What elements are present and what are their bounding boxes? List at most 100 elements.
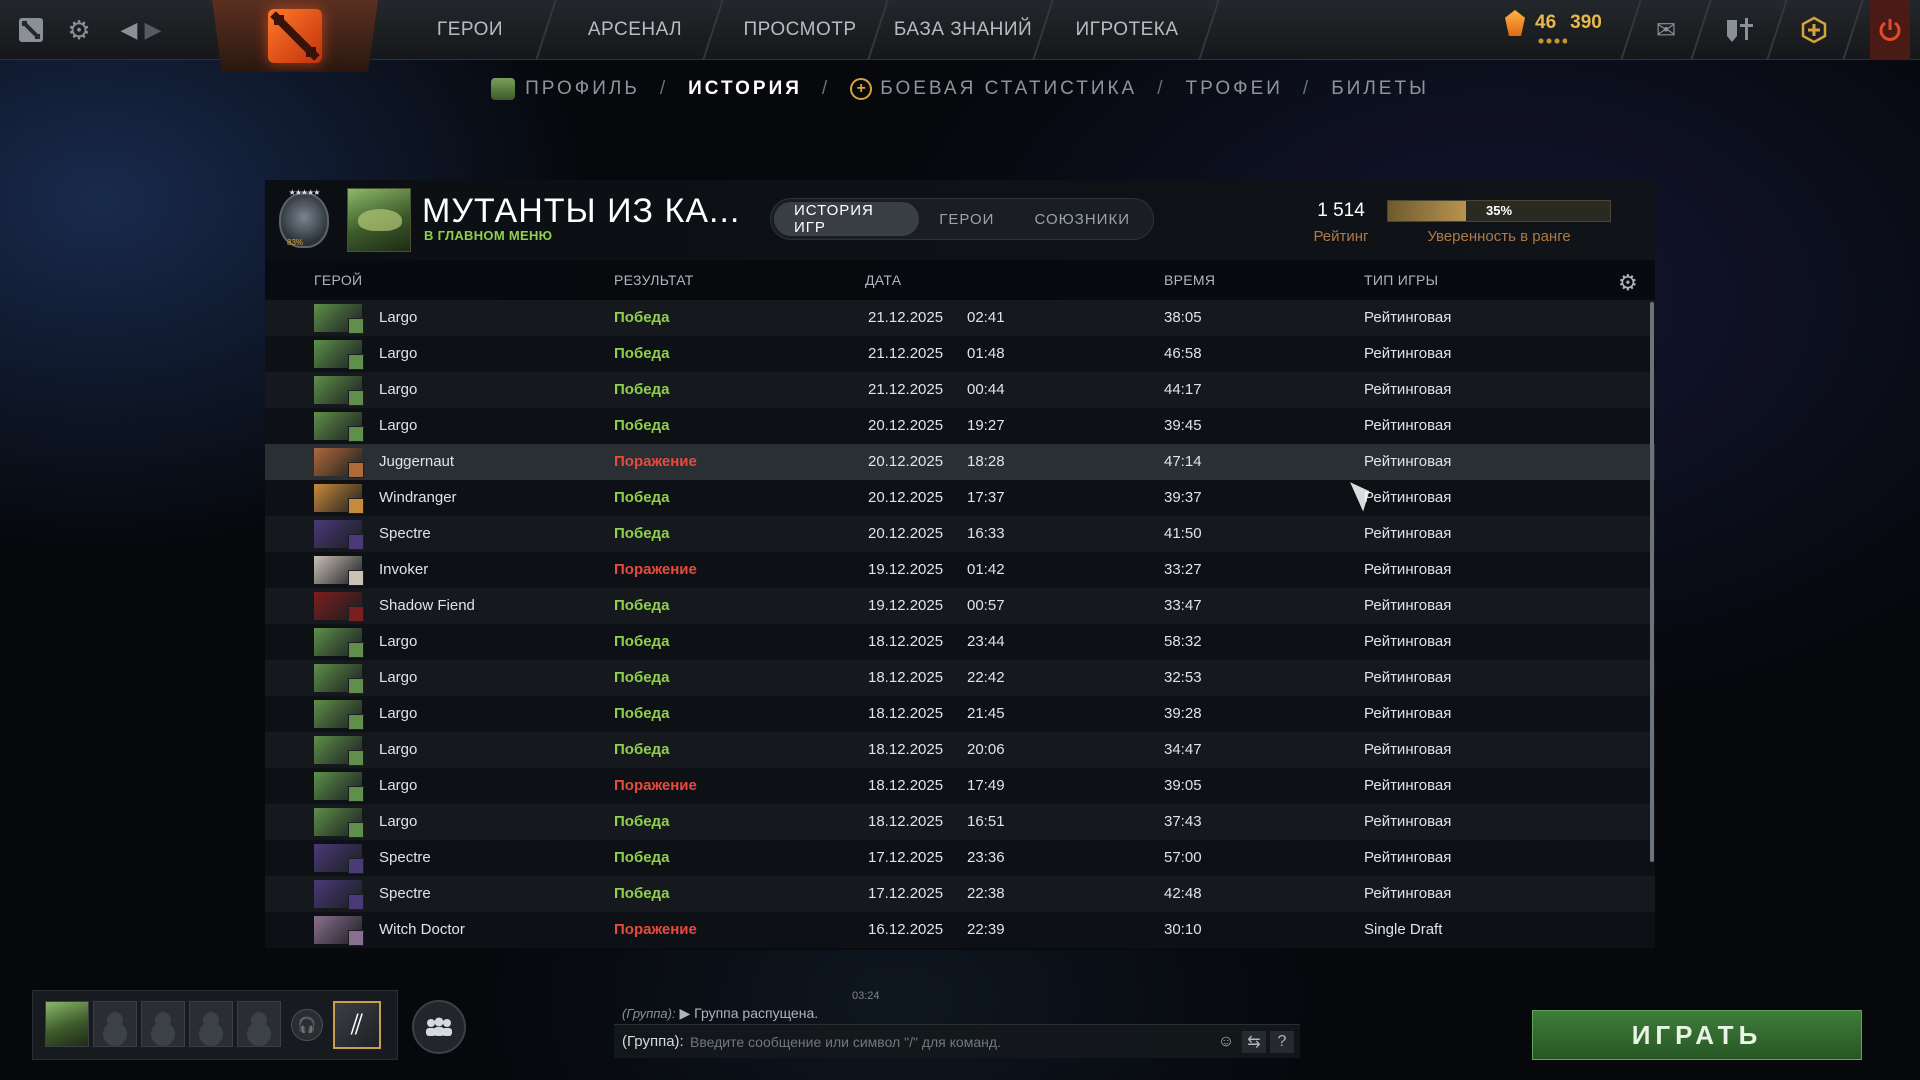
- nav-arcade[interactable]: ИГРОТЕКА: [1052, 0, 1202, 60]
- forward-arrow-icon[interactable]: ▶: [142, 0, 164, 60]
- inventory-icon[interactable]: [1722, 0, 1758, 60]
- hero-name: Invoker: [379, 561, 429, 578]
- subnav-tickets[interactable]: БИЛЕТЫ: [1331, 78, 1429, 100]
- table-row[interactable]: Largo Победа 18.12.2025 20:06 34:47 Рейтингов…: [265, 732, 1655, 768]
- table-row[interactable]: Shadow Fiend Победа 19.12.2025 00:57 33:47 Ре…: [265, 588, 1655, 624]
- table-settings-gear-icon[interactable]: ⚙: [1618, 270, 1638, 296]
- tab-heroes[interactable]: ГЕРОИ: [919, 202, 1014, 236]
- column-header-hero[interactable]: ГЕРОЙ: [314, 272, 362, 288]
- plus-subscription-icon[interactable]: [1796, 0, 1832, 60]
- role-badge-icon: [348, 462, 364, 478]
- emoticon-icon[interactable]: ☺: [1214, 1031, 1238, 1053]
- match-result: Победа: [614, 849, 670, 866]
- gear-icon[interactable]: ⚙: [62, 0, 96, 60]
- party-members-icon[interactable]: [412, 1000, 466, 1054]
- column-header-date[interactable]: ДАТА: [865, 272, 901, 288]
- tab-match-history[interactable]: ИСТОРИЯ ИГР: [774, 202, 920, 236]
- hero-name: Juggernaut: [379, 453, 455, 470]
- table-row[interactable]: Largo Победа 21.12.2025 01:48 46:58 Рейтингов…: [265, 336, 1655, 372]
- match-duration: 57:00: [1164, 849, 1202, 866]
- subnav-separator: /: [821, 78, 831, 99]
- hero-portrait: [314, 376, 364, 406]
- role-badge-icon: [348, 642, 364, 658]
- nav-watch[interactable]: ПРОСМОТР: [725, 0, 875, 60]
- hero-portrait: [314, 556, 364, 586]
- game-mode: Рейтинговая: [1364, 489, 1452, 506]
- party-slot-empty[interactable]: [93, 1001, 137, 1047]
- match-duration: 41:50: [1164, 525, 1202, 542]
- game-mode: Рейтинговая: [1364, 309, 1452, 326]
- table-row[interactable]: Largo Победа 18.12.2025 23:44 58:32 Рейтингов…: [265, 624, 1655, 660]
- chat-input[interactable]: [690, 1030, 1190, 1054]
- party-bar: 🎧 ⫽: [32, 990, 398, 1060]
- game-mode: Рейтинговая: [1364, 633, 1452, 650]
- currency-display[interactable]: 46 390: [1505, 10, 1602, 44]
- match-result: Победа: [614, 597, 670, 614]
- subnav-history[interactable]: ИСТОРИЯ: [688, 78, 802, 100]
- table-row[interactable]: Spectre Победа 17.12.2025 23:36 57:00 Рейтинг…: [265, 840, 1655, 876]
- subnav-trophies[interactable]: ТРОФЕИ: [1186, 78, 1283, 100]
- table-row[interactable]: Largo Поражение 18.12.2025 17:49 39:05 Рейтин…: [265, 768, 1655, 804]
- profile-avatar-icon: [491, 78, 516, 100]
- party-slot-empty[interactable]: [189, 1001, 233, 1047]
- match-time: 01:42: [967, 561, 1005, 578]
- match-result: Победа: [614, 489, 670, 506]
- party-slot-empty[interactable]: [237, 1001, 281, 1047]
- match-date: 16.12.2025: [868, 921, 944, 938]
- chat-help-icon[interactable]: ?: [1270, 1031, 1294, 1053]
- table-row[interactable]: Largo Победа 18.12.2025 16:51 37:43 Рейтингов…: [265, 804, 1655, 840]
- nav-armory[interactable]: АРСЕНАЛ: [560, 0, 710, 60]
- table-row[interactable]: Spectre Победа 20.12.2025 16:33 41:50 Рейтинг…: [265, 516, 1655, 552]
- match-duration: 33:47: [1164, 597, 1202, 614]
- table-row[interactable]: Windranger Победа 20.12.2025 17:37 39:37 Рейт…: [265, 480, 1655, 516]
- table-row[interactable]: Largo Победа 21.12.2025 00:44 44:17 Рейтингов…: [265, 372, 1655, 408]
- party-slot-self[interactable]: [45, 1001, 89, 1047]
- match-duration: 39:28: [1164, 705, 1202, 722]
- column-header-duration[interactable]: ВРЕМЯ: [1164, 272, 1215, 288]
- table-scrollbar[interactable]: [1650, 302, 1654, 862]
- table-row[interactable]: Spectre Победа 17.12.2025 22:38 42:48 Рейтинг…: [265, 876, 1655, 912]
- match-duration: 32:53: [1164, 669, 1202, 686]
- play-button[interactable]: ИГРАТЬ: [1532, 1010, 1862, 1060]
- table-row[interactable]: Largo Победа 18.12.2025 22:42 32:53 Рейтингов…: [265, 660, 1655, 696]
- dota-logo-icon[interactable]: [14, 0, 48, 60]
- power-icon[interactable]: [1870, 0, 1910, 60]
- party-slot-empty[interactable]: [141, 1001, 185, 1047]
- match-date: 18.12.2025: [868, 633, 944, 650]
- hero-portrait: [314, 520, 364, 550]
- match-duration: 33:27: [1164, 561, 1202, 578]
- subnav-profile[interactable]: ПРОФИЛЬ: [491, 78, 640, 100]
- mail-icon[interactable]: ✉: [1648, 0, 1684, 60]
- role-badge-icon: [348, 534, 364, 550]
- table-row[interactable]: Largo Победа 20.12.2025 19:27 39:45 Рейтингов…: [265, 408, 1655, 444]
- match-duration: 34:47: [1164, 741, 1202, 758]
- match-duration: 30:10: [1164, 921, 1202, 938]
- subnav-combat-stats[interactable]: + БОЕВАЯ СТАТИСТИКА: [850, 78, 1137, 100]
- table-row[interactable]: Invoker Поражение 19.12.2025 01:42 33:27 Рейт…: [265, 552, 1655, 588]
- hero-name: Largo: [379, 345, 418, 362]
- table-row[interactable]: Largo Победа 21.12.2025 02:41 38:05 Рейтингов…: [265, 300, 1655, 336]
- nav-heroes[interactable]: ГЕРОИ: [400, 0, 540, 60]
- table-row[interactable]: Witch Doctor Поражение 16.12.2025 22:39 30:1…: [265, 912, 1655, 948]
- player-avatar[interactable]: [347, 188, 411, 252]
- rating-label: Рейтинг: [1313, 228, 1369, 245]
- voice-chat-headset-icon[interactable]: 🎧: [291, 1009, 323, 1041]
- match-duration: 37:43: [1164, 813, 1202, 830]
- back-arrow-icon[interactable]: ◀: [118, 0, 140, 60]
- column-header-mode[interactable]: ТИП ИГРЫ: [1364, 272, 1438, 288]
- tab-allies[interactable]: СОЮЗНИКИ: [1014, 202, 1150, 236]
- hero-name: Largo: [379, 309, 418, 326]
- table-row[interactable]: Juggernaut Поражение 20.12.2025 18:28 47:14 Р…: [265, 444, 1655, 480]
- hero-portrait: [314, 412, 364, 442]
- chat-wheel-icon[interactable]: ⇆: [1242, 1031, 1266, 1053]
- battle-pass-icon[interactable]: ⫽: [333, 1001, 381, 1049]
- match-duration: 38:05: [1164, 309, 1202, 326]
- dashboard-home-button[interactable]: [212, 0, 378, 72]
- game-mode: Рейтинговая: [1364, 597, 1452, 614]
- nav-learn[interactable]: БАЗА ЗНАНИЙ: [888, 0, 1038, 60]
- table-row[interactable]: Largo Победа 18.12.2025 21:45 39:28 Рейтингов…: [265, 696, 1655, 732]
- match-date: 20.12.2025: [868, 525, 944, 542]
- match-time: 00:44: [967, 381, 1005, 398]
- chat-channel-prefix[interactable]: (Группа):: [622, 1025, 684, 1059]
- column-header-result[interactable]: РЕЗУЛЬТАТ: [614, 272, 694, 288]
